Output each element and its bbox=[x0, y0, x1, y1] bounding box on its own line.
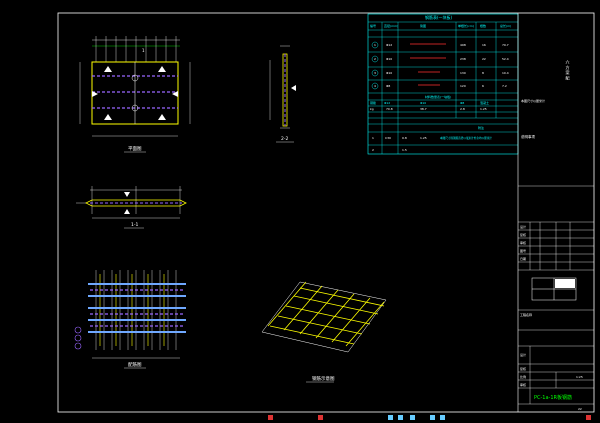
sheet-label: 设计 bbox=[520, 224, 526, 229]
sub-table-title: 材料数量表(一块板) bbox=[425, 94, 451, 99]
notes-title: 附注 bbox=[478, 125, 484, 130]
sub-table-cell: 70.8 bbox=[386, 107, 393, 111]
title-block[interactable]: 六 方 案 配 设计 复核 审核 图号 日期 工程名称 设计 复核 比例 1:2… bbox=[517, 13, 594, 412]
sheet-label: 图号 bbox=[520, 248, 526, 253]
note-label-1: 本图尺寸以厘米计 bbox=[521, 98, 545, 103]
table-cell: 4 bbox=[374, 84, 376, 88]
note-label-2: 说明事项 bbox=[521, 134, 535, 139]
sub-table-cell: 2.8 bbox=[460, 107, 465, 111]
snap-icon[interactable] bbox=[268, 415, 273, 420]
model-icon[interactable] bbox=[586, 415, 591, 420]
section-2-2[interactable]: 2-2 bbox=[269, 45, 296, 143]
table-cell: 3 bbox=[374, 71, 376, 75]
section-11-label: 1-1 bbox=[131, 222, 138, 228]
table-cell: 498 bbox=[460, 43, 466, 47]
table-cell: 238 bbox=[460, 57, 466, 61]
grid-icon[interactable] bbox=[318, 415, 323, 420]
table-cell: Φ12 bbox=[386, 43, 392, 47]
sheet-label: 设计 bbox=[520, 352, 526, 357]
sub-table-header: Φ10 bbox=[420, 101, 426, 105]
table-cell: 130 bbox=[460, 71, 466, 75]
table-cell: 2 bbox=[374, 57, 376, 61]
table-cell: 52.4 bbox=[502, 57, 509, 61]
table-cell: 120 bbox=[460, 84, 466, 88]
notes-cell: 0.8 bbox=[402, 136, 407, 140]
table-header: 编号 bbox=[370, 23, 376, 28]
iso-view-label: 钢筋示意图 bbox=[312, 375, 335, 382]
table-header: 直径(mm) bbox=[384, 23, 398, 28]
table-cell: 7.2 bbox=[502, 84, 507, 88]
page-number: 22 bbox=[578, 407, 582, 411]
scale-label: 比例 bbox=[520, 374, 526, 379]
osnap-icon[interactable] bbox=[410, 415, 415, 420]
sub-table-header: 钢筋 bbox=[370, 100, 376, 105]
sub-table-cell: kg bbox=[370, 107, 374, 111]
sub-table-cell: 1.25 bbox=[480, 107, 487, 111]
rebar-plan[interactable]: 配筋图 bbox=[74, 270, 186, 369]
sub-table-header: Φ12 bbox=[384, 101, 390, 105]
section-22-label: 2-2 bbox=[281, 136, 288, 142]
table-cell: 10.4 bbox=[502, 71, 509, 75]
notes-cell: 本图尺寸除钢筋直径以毫米计外余均以厘米计 bbox=[440, 136, 492, 140]
notes-cell: 1 bbox=[372, 136, 374, 140]
table-cell: Φ10 bbox=[386, 71, 392, 75]
sheet-label: 复核 bbox=[520, 232, 526, 237]
scale-value: 1:25 bbox=[576, 375, 583, 379]
table-cell: 16 bbox=[482, 43, 486, 47]
table-cell: 6 bbox=[482, 84, 484, 88]
table-cell: 22 bbox=[482, 57, 486, 61]
table-cell: Φ8 bbox=[386, 84, 390, 88]
sub-table-header: 混凝土 bbox=[480, 100, 489, 105]
sheet-label: 审核 bbox=[520, 382, 526, 387]
title-block-heading: 六 方 案 配 bbox=[566, 59, 571, 81]
iso-rebar-view[interactable]: 钢筋示意图 bbox=[261, 281, 387, 383]
ortho-icon[interactable] bbox=[388, 415, 393, 420]
sub-table-cell: 38.7 bbox=[420, 107, 427, 111]
section-1-1[interactable]: 1-1 bbox=[76, 186, 187, 229]
sheet-label: 日期 bbox=[520, 256, 526, 261]
plan-view[interactable]: 1 平面图 bbox=[79, 36, 191, 153]
table-cell: 8 bbox=[482, 71, 484, 75]
table-header: 根数 bbox=[480, 23, 486, 28]
table-header: 简图 bbox=[420, 23, 426, 28]
plan-view-label: 平面图 bbox=[128, 146, 142, 152]
table-header: 单根长(cm) bbox=[458, 23, 474, 28]
table-title: 钢筋表(一块板) bbox=[425, 14, 453, 20]
polar-icon[interactable] bbox=[398, 415, 403, 420]
notes-cell: 2 bbox=[372, 148, 374, 152]
notes-cell: 1.5 bbox=[402, 148, 407, 152]
cad-drawing-canvas[interactable]: 1 平面图 2-2 1-1 配筋图 钢筋示意图 钢筋表(一块板) 编号 直径(m… bbox=[0, 0, 600, 423]
project-label: 工程名称 bbox=[520, 312, 532, 317]
notes-cell: 1.25 bbox=[420, 136, 427, 140]
sheet-label: 审核 bbox=[520, 240, 526, 245]
sheet-label: 复核 bbox=[520, 366, 526, 371]
rebar-table[interactable]: 钢筋表(一块板) 编号 直径(mm) 简图 单根长(cm) 根数 总长(m) 1… bbox=[367, 13, 519, 155]
sub-table-header: Φ8 bbox=[460, 101, 464, 105]
table-cell: 79.7 bbox=[502, 43, 509, 47]
svg-text:1: 1 bbox=[142, 48, 145, 53]
otrack-icon[interactable] bbox=[430, 415, 435, 420]
status-bar bbox=[0, 414, 600, 423]
rebar-plan-label: 配筋图 bbox=[128, 361, 142, 368]
table-cell: 1 bbox=[374, 43, 376, 47]
notes-cell: C30 bbox=[385, 136, 391, 140]
table-header: 总长(m) bbox=[500, 23, 511, 28]
drawing-frame bbox=[57, 12, 595, 413]
drawing-title: PC-1a-1R板钢筋 bbox=[534, 394, 572, 401]
lineweight-icon[interactable] bbox=[440, 415, 445, 420]
table-cell: Φ10 bbox=[386, 57, 392, 61]
